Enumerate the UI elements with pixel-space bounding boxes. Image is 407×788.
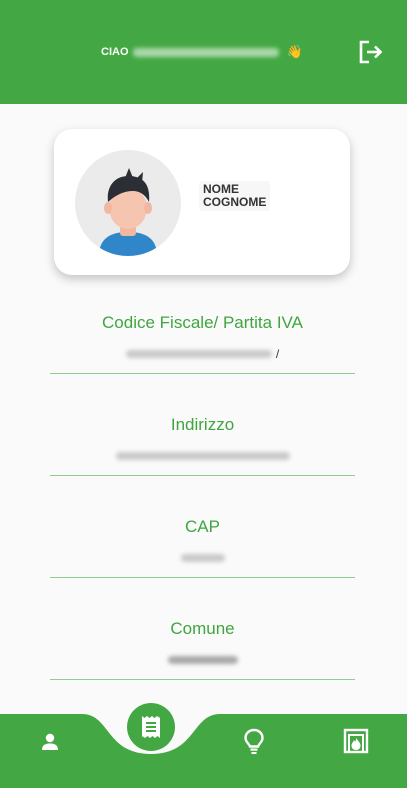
field-label: Codice Fiscale/ Partita IVA	[102, 313, 303, 332]
receipt-icon	[142, 716, 160, 738]
divider	[50, 577, 355, 578]
field-label: CAP	[185, 517, 220, 536]
value-suffix: /	[275, 347, 280, 361]
value-redacted	[115, 452, 290, 460]
profile-last-name: COGNOME	[203, 195, 267, 209]
value-redacted	[167, 656, 238, 664]
nav-item-tips[interactable]	[239, 726, 269, 756]
avatar-illustration	[99, 168, 157, 256]
field-cap: CAP	[50, 517, 355, 578]
field-comune: Comune	[50, 619, 355, 680]
value-redacted	[125, 350, 272, 358]
field-codice-fiscale: Codice Fiscale/ Partita IVA /	[50, 313, 355, 374]
nav-item-profile[interactable]	[36, 728, 64, 756]
field-value	[50, 449, 355, 463]
logout-button[interactable]	[356, 38, 384, 66]
greeting: CIAO 👋	[101, 44, 303, 60]
lightbulb-icon	[244, 728, 264, 754]
divider	[50, 373, 355, 374]
avatar	[75, 150, 181, 256]
user-name-redacted	[132, 47, 279, 57]
field-label: Comune	[170, 619, 235, 638]
field-value	[50, 551, 355, 565]
field-indirizzo: Indirizzo	[50, 415, 355, 476]
field-value	[50, 653, 355, 667]
person-icon	[42, 733, 58, 750]
greeting-label: CIAO	[101, 46, 129, 58]
nav-item-fireplace[interactable]	[341, 726, 371, 756]
wave-emoji: 👋	[286, 44, 303, 59]
profile-name: NOME COGNOME	[199, 181, 271, 211]
logout-icon	[359, 40, 383, 64]
divider	[50, 475, 355, 476]
field-label: Indirizzo	[170, 415, 235, 434]
profile-card: NOME COGNOME	[54, 129, 350, 275]
field-value: /	[50, 347, 355, 361]
value-redacted	[180, 554, 225, 562]
nav-item-receipts[interactable]	[127, 703, 175, 751]
app-header: CIAO 👋	[0, 0, 407, 104]
fireplace-icon	[343, 728, 369, 754]
divider	[50, 679, 355, 680]
